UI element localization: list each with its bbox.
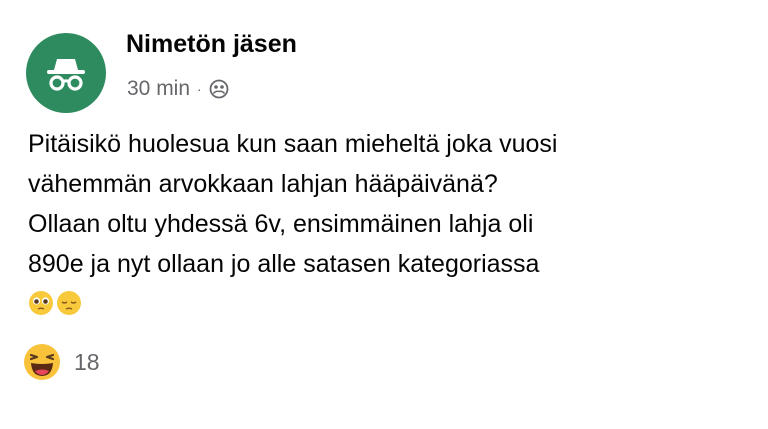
post-meta: 30 min · bbox=[127, 76, 229, 102]
timestamp[interactable]: 30 min bbox=[127, 77, 190, 101]
group-icon bbox=[209, 79, 229, 99]
reactions-summary[interactable]: 18 bbox=[22, 342, 100, 382]
body-emojis bbox=[28, 290, 748, 316]
incognito-icon bbox=[47, 59, 85, 91]
avatar[interactable] bbox=[26, 33, 106, 113]
post-body-line: Ollaan oltu yhdessä 6v, ensimmäinen lahj… bbox=[28, 210, 534, 238]
post-body: Pitäisikö huolesua kun saan mieheltä jok… bbox=[28, 124, 748, 316]
post-card: Nimetön jäsen 30 min · Pitäisikö huolesu… bbox=[0, 0, 768, 429]
pleading-face-icon bbox=[29, 291, 53, 315]
post-body-line: 890e ja nyt ollaan jo alle satasen kateg… bbox=[28, 250, 540, 278]
haha-reaction-icon bbox=[24, 344, 60, 380]
reaction-count[interactable]: 18 bbox=[74, 349, 100, 376]
pensive-face-icon bbox=[57, 291, 81, 315]
author-name[interactable]: Nimetön jäsen bbox=[126, 30, 297, 59]
meta-separator: · bbox=[197, 81, 202, 97]
post-body-line: vähemmän arvokkaan lahjan hääpäivänä? bbox=[28, 170, 498, 198]
post-body-line: Pitäisikö huolesua kun saan mieheltä jok… bbox=[28, 130, 558, 158]
